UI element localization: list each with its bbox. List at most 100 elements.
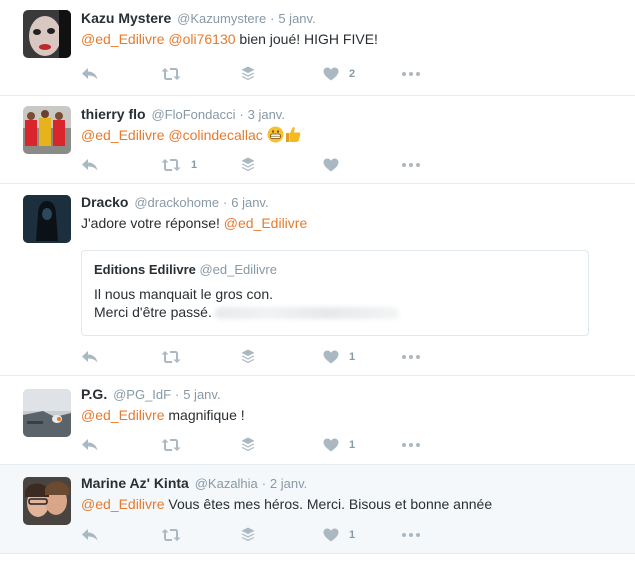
heart-icon xyxy=(323,158,339,172)
quoted-tweet[interactable]: Editions Edilivre @ed_Edilivre Il nous m… xyxy=(81,250,589,336)
fullname[interactable]: Kazu Mystere xyxy=(81,10,171,26)
retweet-icon xyxy=(161,528,181,542)
reply-button[interactable] xyxy=(81,435,99,455)
stack-button[interactable] xyxy=(241,435,255,455)
tweet-header: Marine Az' Kinta @Kazalhia · 2 janv. xyxy=(81,474,599,493)
username[interactable]: @FloFondacci xyxy=(151,107,235,122)
quoted-fullname: Editions Edilivre xyxy=(94,262,196,277)
avatar[interactable] xyxy=(23,10,71,58)
tweet-item[interactable]: P.G. @PG_IdF · 5 janv. @ed_Edilivre magn… xyxy=(0,376,635,465)
like-button[interactable]: 1 xyxy=(323,435,355,455)
avatar[interactable] xyxy=(23,389,71,437)
tweet-item[interactable]: thierry flo @FloFondacci · 3 janv. @ed_E… xyxy=(0,96,635,184)
mention-link[interactable]: @ed_Edilivre xyxy=(81,31,164,47)
separator: · xyxy=(270,11,275,26)
quoted-tweet-text: Il nous manquait le gros con. Merci d'êt… xyxy=(94,285,576,321)
avatar[interactable] xyxy=(23,106,71,154)
more-icon xyxy=(402,533,420,537)
mention-link[interactable]: @ed_Edilivre xyxy=(81,496,164,512)
grinning-face-emoji-icon xyxy=(267,126,284,148)
timestamp[interactable]: 3 janv. xyxy=(248,107,285,122)
separator: · xyxy=(174,387,180,402)
mention-link[interactable]: @ed_Edilivre xyxy=(81,127,164,143)
avatar[interactable] xyxy=(23,477,71,525)
heart-icon xyxy=(323,67,339,81)
reply-icon xyxy=(81,67,99,81)
reply-icon xyxy=(81,350,99,364)
stack-button[interactable] xyxy=(241,347,255,367)
timestamp[interactable]: 5 janv. xyxy=(278,11,315,26)
stack-icon xyxy=(241,66,255,82)
fullname[interactable]: P.G. xyxy=(81,386,107,402)
reply-button[interactable] xyxy=(81,525,99,545)
tweet-actions: 2 xyxy=(81,64,421,84)
tweet-item[interactable]: Dracko @drackohome · 6 janv. J'adore vot… xyxy=(0,184,635,376)
quoted-text-line: Il nous manquait le gros con. xyxy=(94,286,273,302)
username[interactable]: @Kazumystere xyxy=(177,11,266,26)
retweet-button[interactable]: 1 xyxy=(161,155,197,175)
stack-icon xyxy=(241,157,255,173)
retweet-button[interactable] xyxy=(161,525,191,545)
tweet-actions: 1 xyxy=(81,435,421,455)
like-button[interactable] xyxy=(323,155,349,175)
more-button[interactable] xyxy=(402,435,420,455)
stack-icon xyxy=(241,527,255,543)
like-count: 1 xyxy=(349,529,356,541)
retweet-button[interactable] xyxy=(161,435,191,455)
timestamp[interactable]: 2 janv. xyxy=(270,476,307,491)
more-button[interactable] xyxy=(402,155,420,175)
mention-link[interactable]: @ed_Edilivre xyxy=(224,215,307,231)
tweet-text: J'adore votre réponse! @ed_Edilivre xyxy=(81,213,599,233)
stack-icon xyxy=(241,437,255,453)
more-button[interactable] xyxy=(402,64,420,84)
avatar[interactable] xyxy=(23,195,71,243)
timestamp[interactable]: 5 janv. xyxy=(183,387,220,402)
stack-button[interactable] xyxy=(241,525,255,545)
heart-icon xyxy=(323,350,339,364)
tweet-text: @ed_Edilivre Vous êtes mes héros. Merci.… xyxy=(81,494,599,514)
like-button[interactable]: 1 xyxy=(323,525,355,545)
like-count: 1 xyxy=(349,351,356,363)
retweet-count: 1 xyxy=(191,159,198,171)
reply-button[interactable] xyxy=(81,155,99,175)
more-button[interactable] xyxy=(402,347,420,367)
tweet-item[interactable]: Kazu Mystere @Kazumystere · 5 janv. @ed_… xyxy=(0,0,635,96)
username[interactable]: @PG_IdF xyxy=(113,387,171,402)
more-icon xyxy=(402,355,420,359)
stack-button[interactable] xyxy=(241,155,255,175)
timestamp[interactable]: 6 janv. xyxy=(231,195,268,210)
fullname[interactable]: Marine Az' Kinta xyxy=(81,475,189,491)
more-button[interactable] xyxy=(402,525,420,545)
stack-icon xyxy=(241,349,255,365)
tweet-header: P.G. @PG_IdF · 5 janv. xyxy=(81,385,599,404)
tweet-text-segment: J'adore votre réponse! xyxy=(81,215,224,231)
tweet-header: Kazu Mystere @Kazumystere · 5 janv. xyxy=(81,9,599,28)
mention-link[interactable]: @oli76130 xyxy=(168,31,235,47)
tweet-text: @ed_Edilivre magnifique ! xyxy=(81,405,599,425)
username[interactable]: @Kazalhia xyxy=(195,476,258,491)
reply-button[interactable] xyxy=(81,64,99,84)
stack-button[interactable] xyxy=(241,64,255,84)
tweet-header: Dracko @drackohome · 6 janv. xyxy=(81,193,599,212)
quoted-username: @ed_Edilivre xyxy=(199,262,277,277)
like-button[interactable]: 1 xyxy=(323,347,355,367)
tweet-text-segment: Vous êtes mes héros. Merci. Bisous et bo… xyxy=(164,496,493,512)
retweet-icon xyxy=(161,67,181,81)
reply-icon xyxy=(81,438,99,452)
retweet-button[interactable] xyxy=(161,64,191,84)
mention-link[interactable]: @colindecallac xyxy=(168,127,262,143)
fullname[interactable]: Dracko xyxy=(81,194,128,210)
reply-button[interactable] xyxy=(81,347,99,367)
mention-link[interactable]: @ed_Edilivre xyxy=(81,407,164,423)
like-button[interactable]: 2 xyxy=(323,64,355,84)
fullname[interactable]: thierry flo xyxy=(81,106,146,122)
username[interactable]: @drackohome xyxy=(134,195,219,210)
quoted-tweet-header: Editions Edilivre @ed_Edilivre xyxy=(94,261,576,279)
more-icon xyxy=(402,72,420,76)
tweet-item[interactable]: Marine Az' Kinta @Kazalhia · 2 janv. @ed… xyxy=(0,465,635,554)
tweet-text-segment: magnifique ! xyxy=(164,407,245,423)
tweet-actions: 1 xyxy=(81,525,421,545)
heart-icon xyxy=(323,528,339,542)
retweet-button[interactable] xyxy=(161,347,191,367)
retweet-icon xyxy=(161,158,181,172)
